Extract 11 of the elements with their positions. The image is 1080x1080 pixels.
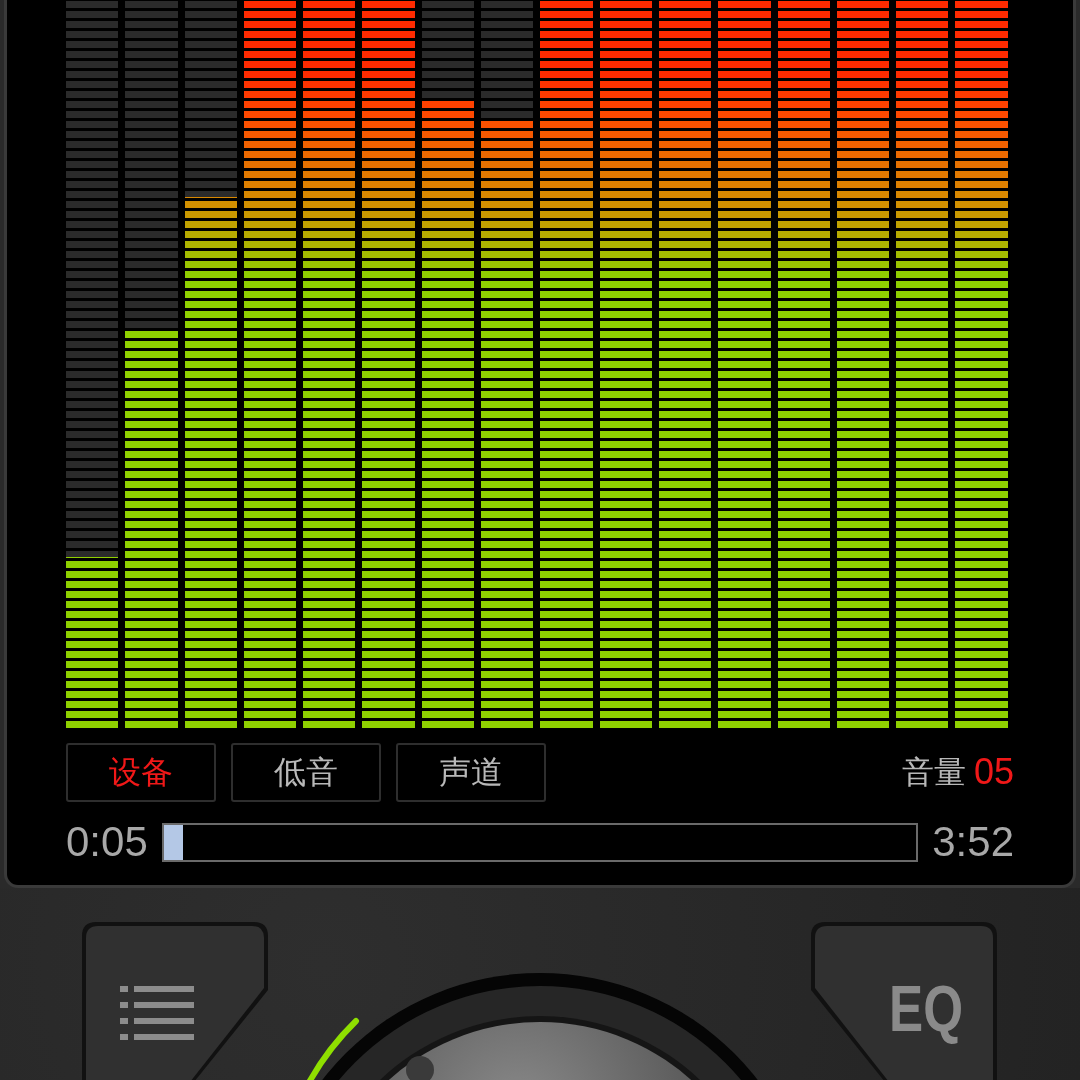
tab[interactable]: 设备 [66, 743, 216, 802]
progress-bar[interactable] [161, 822, 919, 862]
elapsed-time: 0:05 [66, 818, 148, 866]
total-time: 3:52 [932, 818, 1014, 866]
volume-value: 05 [973, 750, 1014, 794]
volume-label: 音量 [901, 751, 966, 793]
playlist-button[interactable] [82, 922, 268, 1080]
tab[interactable]: 声道 [396, 743, 546, 802]
tab[interactable]: 低音 [231, 743, 381, 802]
list-icon [120, 986, 194, 1042]
eq-button[interactable]: EQ [811, 922, 997, 1080]
